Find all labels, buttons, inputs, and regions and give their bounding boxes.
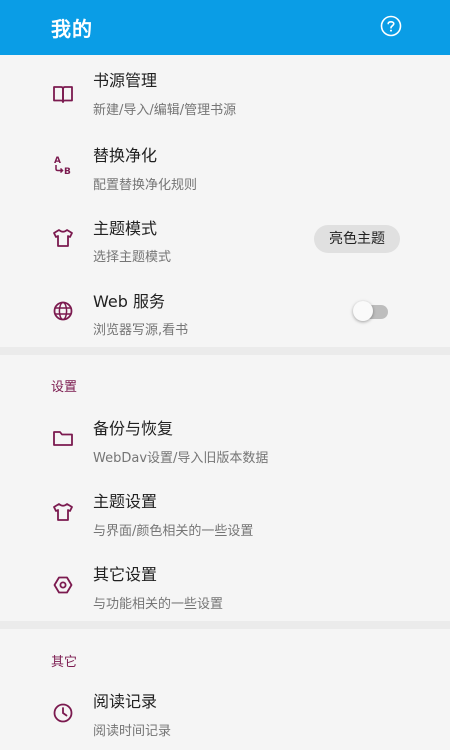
menu-item-subtitle: 浏览器写源,看书 — [93, 323, 189, 338]
folder-icon — [51, 426, 75, 450]
tshirt-icon — [51, 226, 75, 250]
theme-mode-chip[interactable]: 亮色主题 — [314, 225, 400, 253]
help-circle-icon[interactable] — [380, 15, 402, 37]
svg-text:B: B — [64, 167, 71, 177]
menu-item-theme-settings[interactable]: 主题设置 与界面/颜色相关的一些设置 — [0, 475, 450, 548]
menu-item-subtitle: 与功能相关的一些设置 — [93, 597, 224, 612]
menu-item-book-source[interactable]: 书源管理 新建/导入/编辑/管理书源 — [0, 55, 450, 128]
menu-item-subtitle: 阅读时间记录 — [93, 724, 172, 739]
menu-item-title: 主题模式 — [93, 219, 158, 238]
page-title: 我的 — [51, 17, 93, 41]
menu-item-title: 备份与恢复 — [93, 419, 174, 438]
toggle-thumb[interactable] — [353, 301, 373, 321]
menu-item-subtitle: WebDav设置/导入旧版本数据 — [93, 451, 269, 466]
tshirt-icon — [51, 500, 75, 524]
replace-ab-icon: A B — [51, 153, 75, 177]
menu-item-reading-history[interactable]: 阅读记录 阅读时间记录 — [0, 676, 450, 749]
book-icon — [51, 82, 75, 106]
menu-item-title: 书源管理 — [93, 71, 158, 90]
menu-item-replace-rules[interactable]: A B 替换净化 配置替换净化规则 — [0, 128, 450, 201]
menu-item-title: 替换净化 — [93, 146, 158, 165]
menu-item-subtitle: 配置替换净化规则 — [93, 178, 198, 193]
section-divider — [0, 621, 450, 629]
section-divider — [0, 347, 450, 355]
globe-icon — [51, 299, 75, 323]
menu-item-title: 主题设置 — [93, 492, 158, 511]
section-title-settings: 设置 — [51, 380, 78, 395]
menu-item-subtitle: 新建/导入/编辑/管理书源 — [93, 103, 237, 118]
app-bar: 我的 — [0, 0, 450, 55]
menu-item-title: 其它设置 — [93, 565, 158, 584]
menu-item-subtitle: 选择主题模式 — [93, 250, 172, 265]
hexagon-settings-icon — [51, 573, 75, 597]
menu-item-title: Web 服务 — [93, 292, 165, 311]
menu-item-subtitle: 与界面/颜色相关的一些设置 — [93, 524, 254, 539]
menu-item-other-settings[interactable]: 其它设置 与功能相关的一些设置 — [0, 548, 450, 621]
menu-item-backup-restore[interactable]: 备份与恢复 WebDav设置/导入旧版本数据 — [0, 402, 450, 475]
menu-item-title: 阅读记录 — [93, 692, 158, 711]
clock-icon — [51, 701, 75, 725]
section-title-other: 其它 — [51, 655, 78, 670]
svg-text:A: A — [54, 156, 61, 166]
